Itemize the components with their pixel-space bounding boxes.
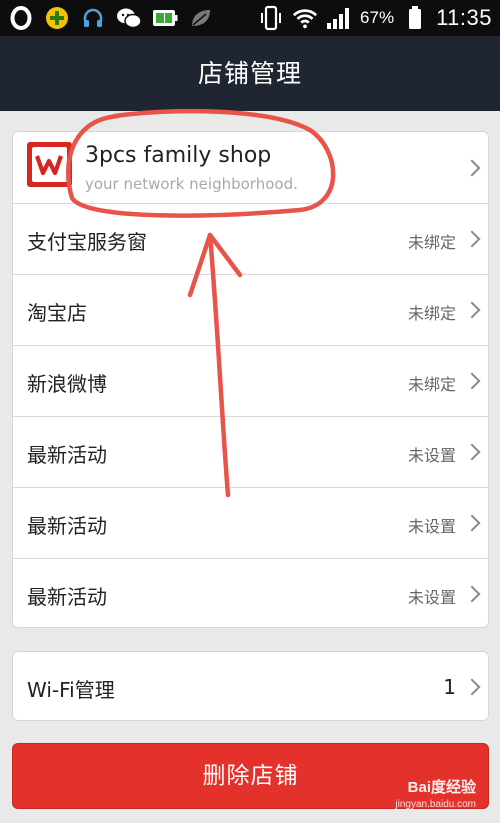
settings-row-activity[interactable]: 最新活动 未设置: [13, 488, 488, 559]
watermark-brand: Bai度经验: [407, 779, 476, 796]
row-label: 最新活动: [27, 585, 107, 609]
row-status: 未设置: [407, 446, 456, 465]
wifi-icon: [292, 5, 318, 31]
settings-row-alipay[interactable]: 支付宝服务窗 未绑定: [13, 204, 488, 275]
app-store-icon: [44, 5, 70, 31]
chevron-right-icon: [463, 159, 481, 177]
headset-icon: [80, 5, 106, 31]
wps-logo-icon: [27, 142, 72, 187]
wifi-label: Wi-Fi管理: [27, 678, 115, 702]
row-status: 未绑定: [407, 233, 456, 252]
status-bar-left-icons: [8, 5, 214, 31]
chevron-right-icon: [463, 514, 481, 532]
settings-row-taobao[interactable]: 淘宝店 未绑定: [13, 275, 488, 346]
leaf-icon: [188, 5, 214, 31]
chevron-right-icon: [463, 585, 481, 603]
status-bar-right-icons: 67% 11:35: [258, 5, 492, 31]
chevron-right-icon: [463, 372, 481, 390]
status-bar: 67% 11:35: [0, 0, 500, 36]
row-label: 最新活动: [27, 443, 107, 467]
baidu-jingyan-watermark: Bai度经验 jingyan.baidu.com: [376, 772, 476, 818]
page-title: 店铺管理: [197, 59, 302, 88]
settings-row-weibo[interactable]: 新浪微博 未绑定: [13, 346, 488, 417]
wechat-icon: [116, 5, 142, 31]
opera-icon: [8, 5, 34, 31]
battery-percent: 67%: [360, 8, 395, 27]
row-status: 未绑定: [407, 375, 456, 394]
vibrate-icon: [258, 5, 284, 31]
row-label: 最新活动: [27, 514, 107, 538]
chevron-right-icon: [463, 443, 481, 461]
settings-row-activity[interactable]: 最新活动 未设置: [13, 417, 488, 488]
settings-row-activity[interactable]: 最新活动 未设置: [13, 559, 488, 627]
row-label: 淘宝店: [27, 301, 87, 325]
shop-settings-card: 3pcs family shop your network neighborho…: [12, 131, 489, 628]
title-bar: 店铺管理: [0, 36, 500, 111]
shop-tagline: your network neighborhood.: [85, 175, 298, 193]
wifi-management-row[interactable]: Wi-Fi管理 1: [13, 652, 488, 720]
row-label: 新浪微博: [27, 372, 107, 396]
shop-name: 3pcs family shop: [85, 143, 272, 168]
shop-profile-row[interactable]: 3pcs family shop your network neighborho…: [13, 132, 488, 204]
row-status: 未绑定: [407, 304, 456, 323]
signal-icon: [326, 5, 352, 31]
battery-app-icon: [152, 5, 178, 31]
row-status: 未设置: [407, 517, 456, 536]
battery-icon: [402, 5, 428, 31]
chevron-right-icon: [463, 301, 481, 319]
chevron-right-icon: [463, 678, 481, 696]
clock: 11:35: [436, 5, 492, 30]
row-label: 支付宝服务窗: [27, 230, 147, 254]
wifi-count: 1: [443, 675, 456, 699]
chevron-right-icon: [463, 230, 481, 248]
wifi-card: Wi-Fi管理 1: [12, 651, 489, 721]
row-status: 未设置: [407, 588, 456, 607]
watermark-url: jingyan.baidu.com: [395, 799, 476, 810]
